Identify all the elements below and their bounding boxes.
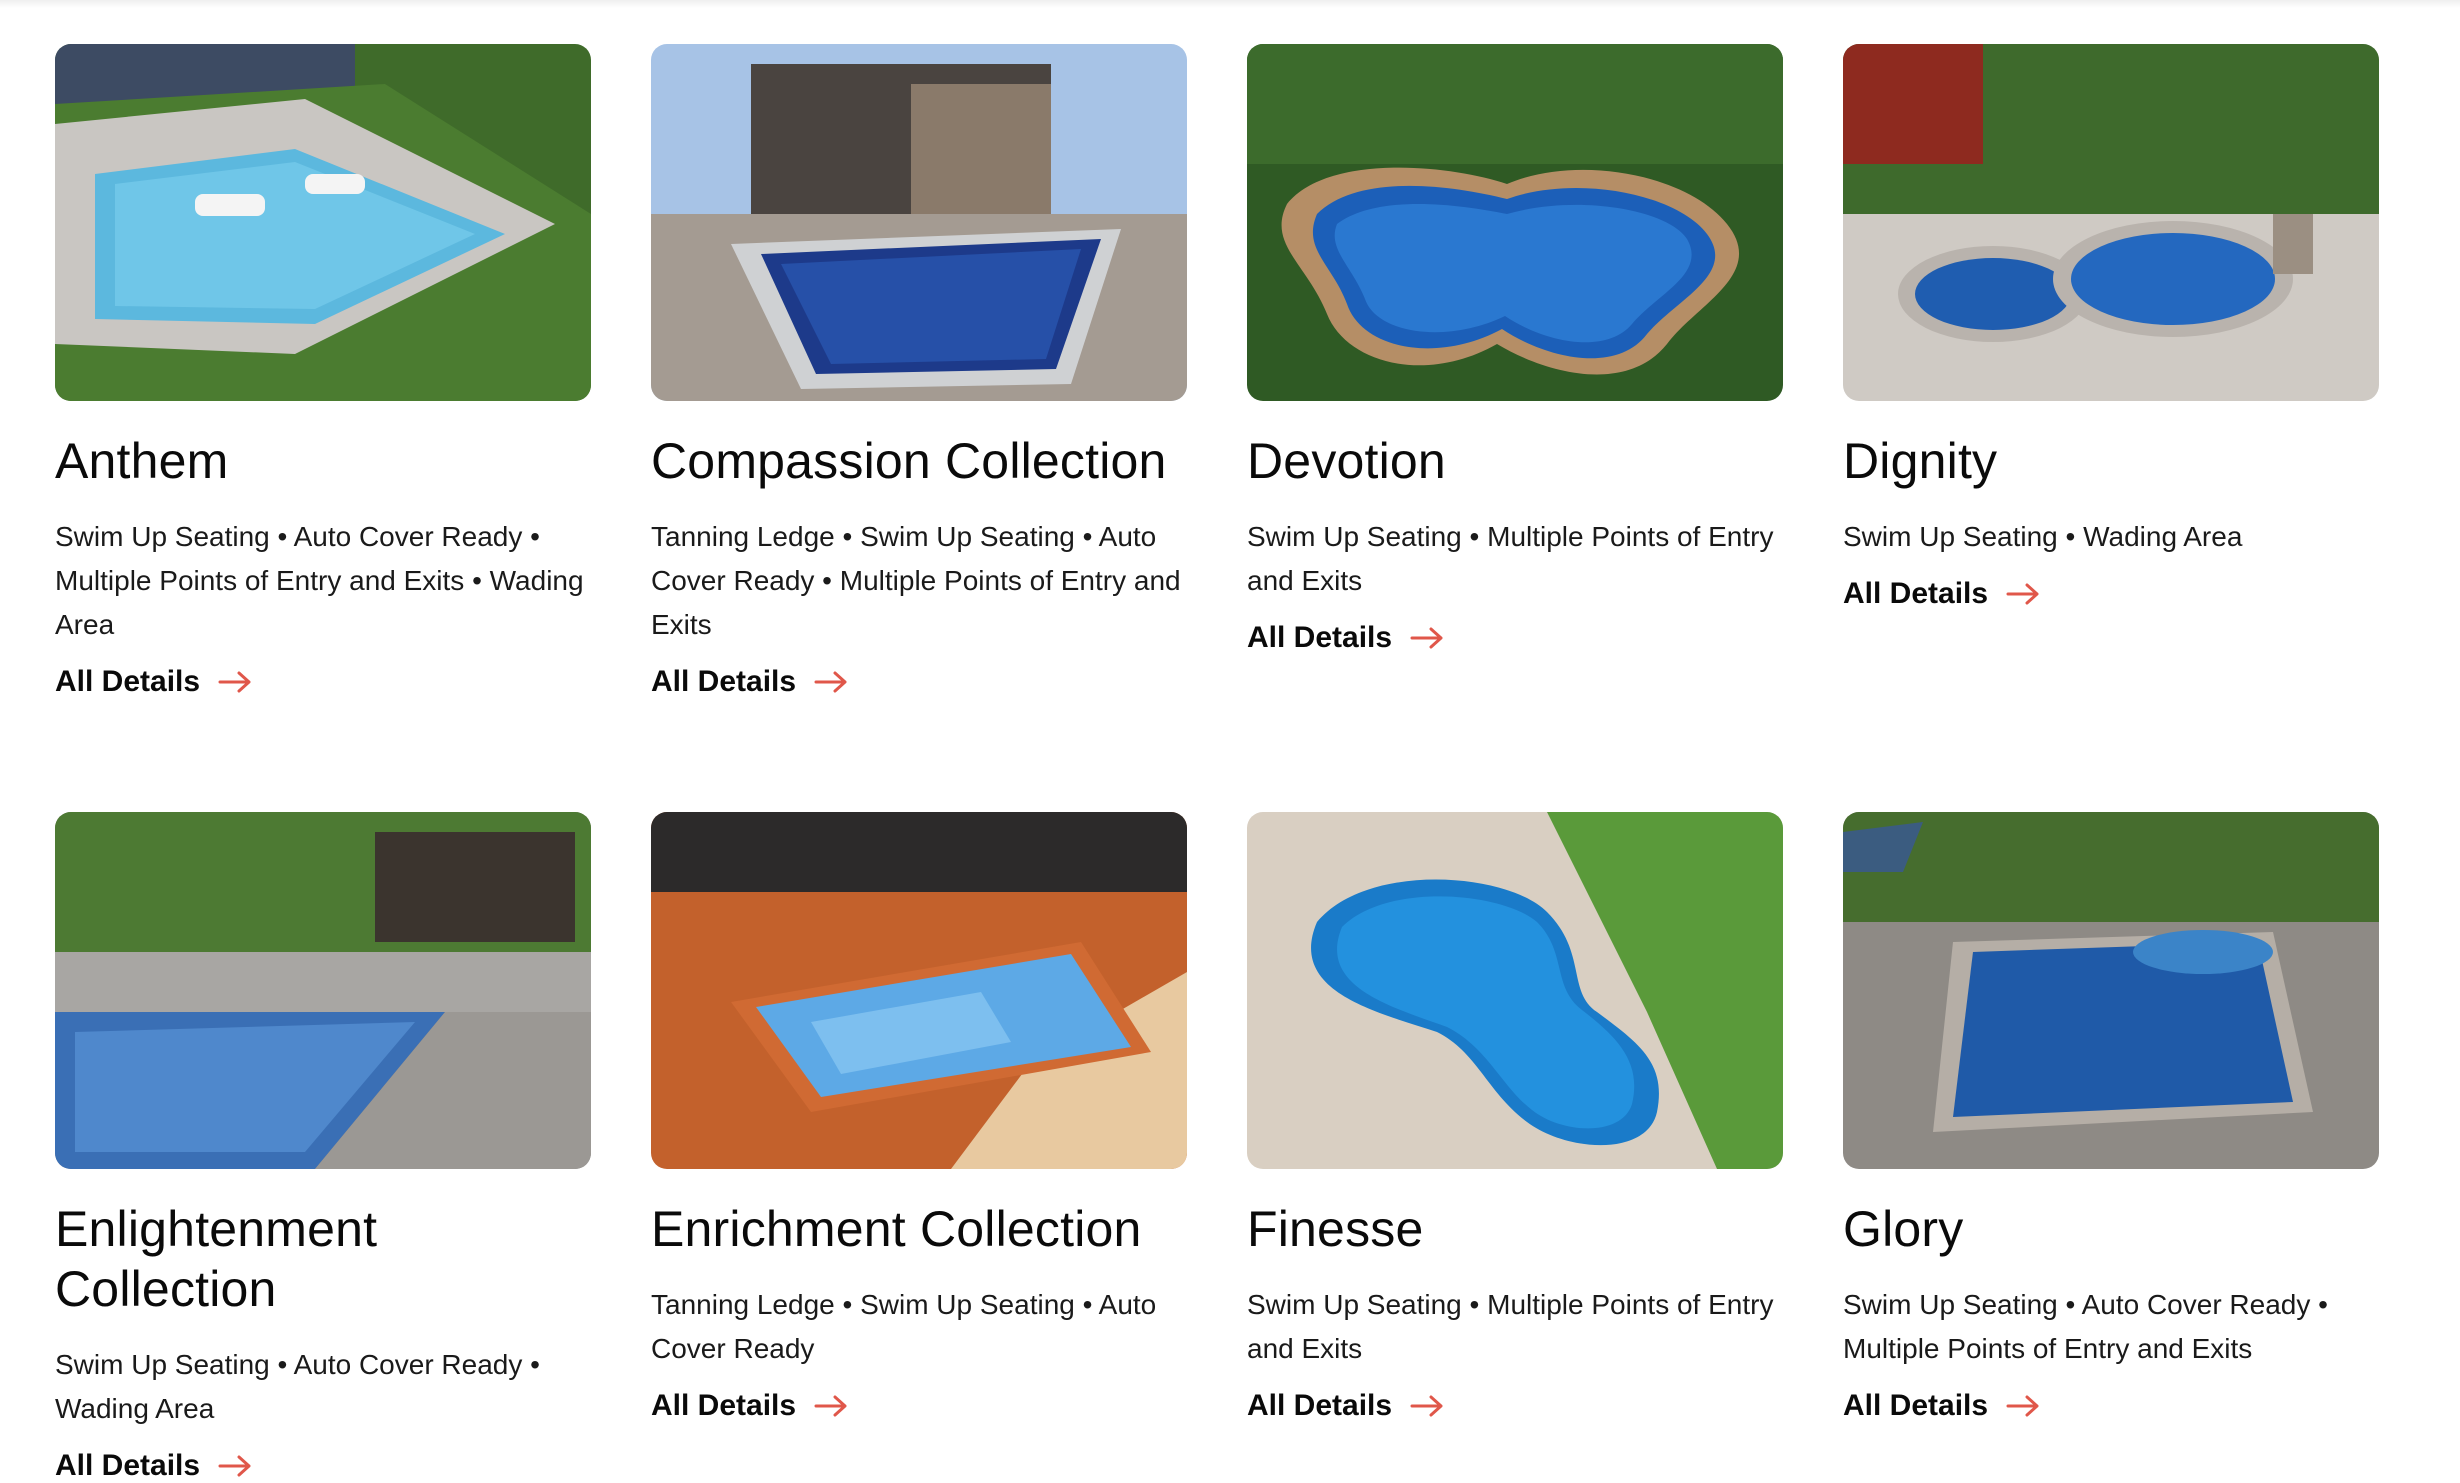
pool-features: Swim Up Seating • Auto Cover Ready • Mul… — [55, 521, 584, 640]
pool-card-devotion: Devotion Swim Up Seating • Multiple Poin… — [1247, 44, 1783, 812]
pool-features: Swim Up Seating • Wading Area — [1843, 521, 2243, 552]
pool-title: Enrichment Collection — [651, 1201, 1142, 1257]
pool-photo — [55, 44, 591, 401]
pool-photo — [651, 812, 1187, 1169]
top-divider — [0, 0, 2460, 8]
all-details-link[interactable]: All Details — [651, 1389, 848, 1423]
pool-image-enrichment-collection[interactable] — [651, 812, 1187, 1169]
all-details-link[interactable]: All Details — [1843, 1389, 2040, 1423]
arrow-right-icon — [814, 670, 848, 694]
pool-image-glory[interactable] — [1843, 812, 2379, 1169]
pool-card-finesse: Finesse Swim Up Seating • Multiple Point… — [1247, 812, 1783, 1432]
arrow-right-icon — [1410, 626, 1444, 650]
pool-title: Compassion Collection — [651, 433, 1167, 489]
pool-features: Swim Up Seating • Auto Cover Ready • Mul… — [1843, 1289, 2328, 1364]
pool-features: Tanning Ledge • Swim Up Seating • Auto C… — [651, 1289, 1157, 1364]
all-details-label: All Details — [55, 1449, 201, 1482]
arrow-right-icon — [218, 1454, 252, 1478]
pool-card-anthem: Anthem Swim Up Seating • Auto Cover Read… — [55, 44, 591, 812]
pool-title: Anthem — [55, 433, 229, 489]
pool-card-enlightenment-collection: Enlightenment Collection Swim Up Seating… — [55, 812, 591, 1482]
pool-title: Devotion — [1247, 433, 1446, 489]
pool-photo — [1843, 44, 2379, 401]
pool-photo — [1247, 812, 1783, 1169]
pool-card-dignity: Dignity Swim Up Seating • Wading Area Al… — [1843, 44, 2379, 812]
all-details-label: All Details — [55, 665, 201, 698]
pool-image-enlightenment-collection[interactable] — [55, 812, 591, 1169]
all-details-link[interactable]: All Details — [1843, 577, 2040, 611]
pool-image-finesse[interactable] — [1247, 812, 1783, 1169]
all-details-link[interactable]: All Details — [651, 665, 848, 699]
pool-model-grid: Anthem Swim Up Seating • Auto Cover Read… — [55, 44, 2379, 1482]
all-details-link[interactable]: All Details — [55, 665, 252, 699]
pool-card-enrichment-collection: Enrichment Collection Tanning Ledge • Sw… — [651, 812, 1187, 1432]
pool-features: Tanning Ledge • Swim Up Seating • Auto C… — [651, 521, 1181, 640]
pool-photo — [651, 44, 1187, 401]
all-details-label: All Details — [651, 1389, 797, 1422]
pool-features: Swim Up Seating • Multiple Points of Ent… — [1247, 521, 1774, 596]
pool-title: Finesse — [1247, 1201, 1424, 1257]
pool-image-dignity[interactable] — [1843, 44, 2379, 401]
pool-features: Swim Up Seating • Multiple Points of Ent… — [1247, 1289, 1774, 1364]
all-details-link[interactable]: All Details — [1247, 1389, 1444, 1423]
pool-features: Swim Up Seating • Auto Cover Ready • Wad… — [55, 1349, 540, 1424]
arrow-right-icon — [218, 670, 252, 694]
pool-title: Dignity — [1843, 433, 1998, 489]
pool-card-glory: Glory Swim Up Seating • Auto Cover Ready… — [1843, 812, 2379, 1432]
pool-title: Glory — [1843, 1201, 1964, 1257]
all-details-label: All Details — [651, 665, 797, 698]
arrow-right-icon — [1410, 1394, 1444, 1418]
arrow-right-icon — [2006, 582, 2040, 606]
pool-image-compassion-collection[interactable] — [651, 44, 1187, 401]
pool-photo — [55, 812, 591, 1169]
arrow-right-icon — [814, 1394, 848, 1418]
pool-photo — [1843, 812, 2379, 1169]
all-details-label: All Details — [1247, 621, 1393, 654]
pool-card-compassion-collection: Compassion Collection Tanning Ledge • Sw… — [651, 44, 1187, 812]
all-details-link[interactable]: All Details — [1247, 621, 1444, 655]
pool-photo — [1247, 44, 1783, 401]
all-details-label: All Details — [1843, 1389, 1989, 1422]
all-details-label: All Details — [1843, 577, 1989, 610]
all-details-label: All Details — [1247, 1389, 1393, 1422]
pool-image-anthem[interactable] — [55, 44, 591, 401]
pool-title: Enlightenment Collection — [55, 1201, 378, 1317]
all-details-link[interactable]: All Details — [55, 1449, 252, 1483]
arrow-right-icon — [2006, 1394, 2040, 1418]
pool-image-devotion[interactable] — [1247, 44, 1783, 401]
